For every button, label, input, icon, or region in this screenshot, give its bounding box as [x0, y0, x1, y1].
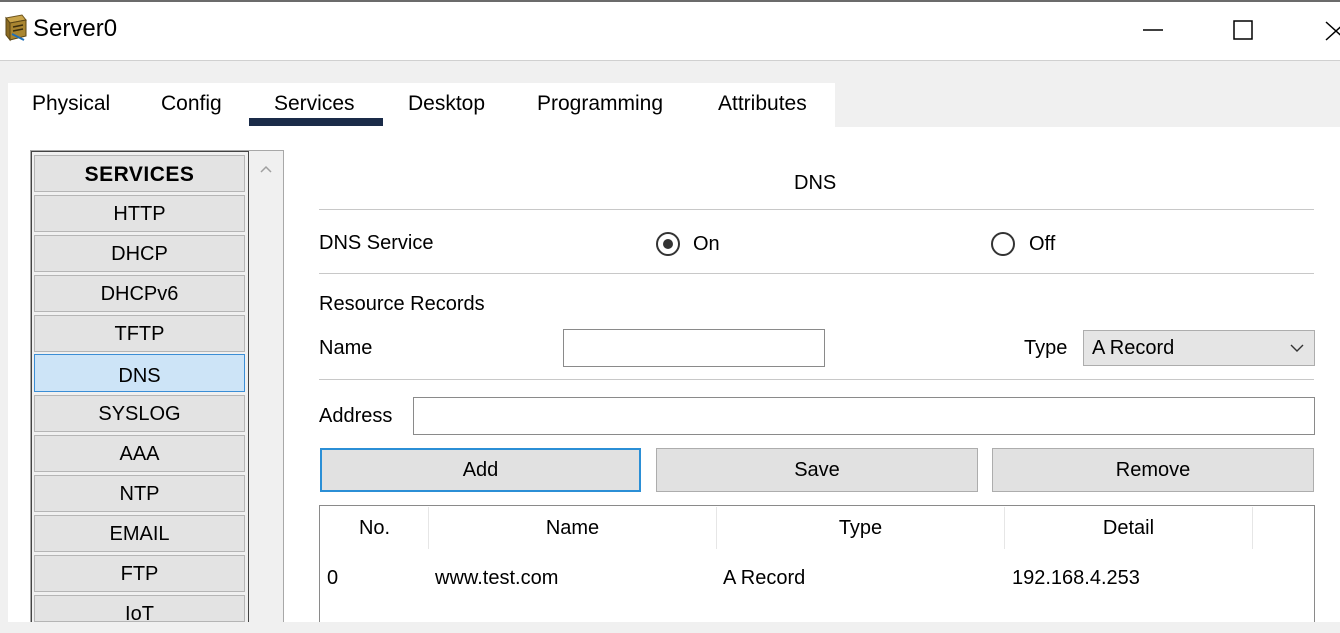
name-input[interactable] — [563, 329, 825, 367]
column-header-name[interactable]: Name — [429, 517, 716, 540]
column-separator — [1252, 507, 1253, 549]
server-app-icon — [5, 14, 27, 42]
add-button[interactable]: Add — [320, 448, 641, 492]
service-item-email[interactable]: EMAIL — [34, 515, 245, 552]
table-cell-name[interactable]: www.test.com — [435, 567, 558, 590]
window-title: Server0 — [33, 15, 118, 42]
tab-programming[interactable]: Programming — [537, 92, 663, 116]
table-cell-type[interactable]: A Record — [723, 567, 805, 590]
table-cell-no[interactable]: 0 — [327, 567, 338, 590]
services-header: SERVICES — [34, 155, 245, 192]
tab-physical[interactable]: Physical — [32, 92, 110, 116]
divider — [319, 273, 1314, 274]
service-item-http[interactable]: HTTP — [34, 195, 245, 232]
address-input[interactable] — [413, 397, 1315, 435]
remove-button[interactable]: Remove — [992, 448, 1314, 492]
column-header-type[interactable]: Type — [717, 517, 1004, 540]
service-item-dhcpv6[interactable]: DHCPv6 — [34, 275, 245, 312]
dns-on-radio[interactable] — [656, 232, 680, 256]
service-item-dns[interactable]: DNS — [34, 354, 245, 392]
service-item-dhcp[interactable]: DHCP — [34, 235, 245, 272]
minimize-icon — [1143, 29, 1163, 31]
scroll-up-arrow-icon[interactable] — [257, 161, 275, 177]
tab-desktop[interactable]: Desktop — [408, 92, 485, 116]
type-select-value: A Record — [1092, 337, 1175, 359]
tab-attributes[interactable]: Attributes — [718, 92, 807, 116]
service-item-ntp[interactable]: NTP — [34, 475, 245, 512]
title-bar-top-edge — [0, 0, 1340, 2]
maximize-icon — [1233, 20, 1253, 40]
divider — [319, 379, 1314, 380]
service-item-syslog[interactable]: SYSLOG — [34, 395, 245, 432]
maximize-button[interactable] — [1213, 10, 1273, 50]
dns-service-label: DNS Service — [319, 232, 434, 254]
service-item-aaa[interactable]: AAA — [34, 435, 245, 472]
close-icon — [1325, 21, 1340, 41]
column-header-no[interactable]: No. — [321, 517, 428, 540]
divider — [319, 209, 1314, 210]
dns-on-label[interactable]: On — [693, 233, 720, 256]
chevron-down-icon — [1290, 344, 1304, 352]
active-tab-indicator — [249, 118, 383, 126]
service-item-tftp[interactable]: TFTP — [34, 315, 245, 352]
tab-services[interactable]: Services — [274, 92, 355, 116]
tab-strip-empty-area — [835, 83, 1340, 127]
save-button[interactable]: Save — [656, 448, 978, 492]
dns-panel-title: DNS — [794, 172, 837, 194]
dns-off-label[interactable]: Off — [1029, 233, 1055, 256]
table-cell-detail[interactable]: 192.168.4.253 — [1012, 567, 1140, 590]
name-label: Name — [319, 337, 373, 359]
type-select[interactable]: A Record — [1083, 330, 1315, 366]
address-label: Address — [319, 405, 393, 427]
service-item-iot[interactable]: IoT — [34, 595, 245, 625]
resource-records-label: Resource Records — [319, 293, 485, 315]
column-header-detail[interactable]: Detail — [1005, 517, 1252, 540]
type-label: Type — [1024, 337, 1068, 359]
dns-off-radio[interactable] — [991, 232, 1015, 256]
service-item-ftp[interactable]: FTP — [34, 555, 245, 592]
services-scrollbar[interactable] — [249, 151, 283, 622]
tab-config[interactable]: Config — [161, 92, 222, 116]
close-button[interactable] — [1300, 10, 1340, 50]
minimize-button[interactable] — [1123, 10, 1183, 50]
